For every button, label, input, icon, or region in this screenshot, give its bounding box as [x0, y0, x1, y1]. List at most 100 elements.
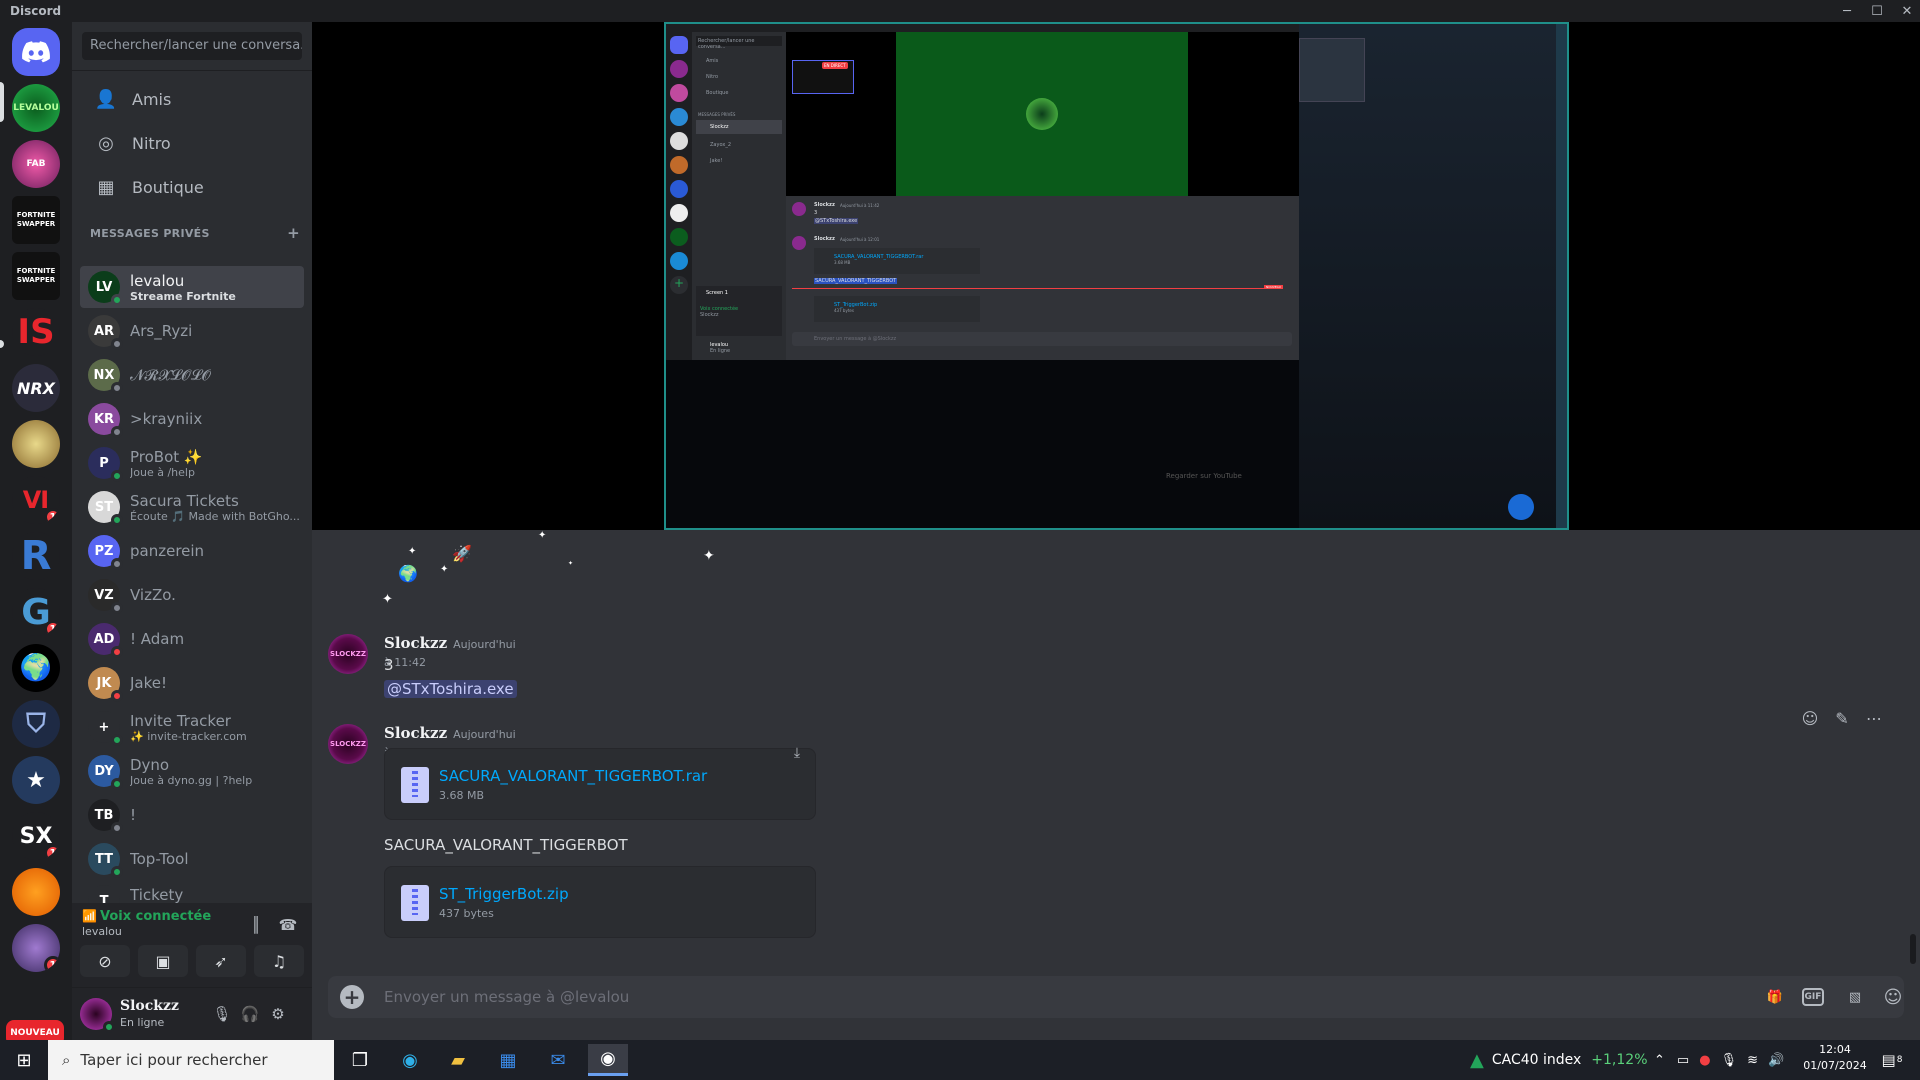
nav-nitro[interactable]: ◎ Nitro	[80, 122, 304, 164]
mention[interactable]: @STxToshira.exe	[384, 680, 517, 698]
edit-icon[interactable]: ✎	[1830, 706, 1854, 730]
file-attachment[interactable]: ST_TriggerBot.zip 437 bytes	[384, 866, 816, 938]
screen-share-icon: ▣	[155, 951, 171, 971]
voice-panel: 📶 Voix connectée levalou ║ ☎ ⊘ ▣ ➶ ♫	[72, 903, 312, 988]
server-globe[interactable]: 🌍	[12, 644, 60, 692]
nav-shop[interactable]: ▦ Boutique	[80, 166, 304, 208]
taskbar-search-placeholder: Taper ici pour rechercher	[80, 1051, 268, 1069]
earth-icon: 🌍	[398, 564, 418, 583]
dm-item[interactable]: P ProBot ✨ Joue à /help	[80, 442, 304, 484]
wifi-icon[interactable]: ≋	[1747, 1053, 1758, 1068]
message-author[interactable]: Slockzz Aujourd'hui à 11:42	[384, 634, 516, 670]
nav-friends[interactable]: 👤 Amis	[80, 78, 304, 120]
message-composer[interactable]: + Envoyer un message à @levalou 🎁 GIF ▧ …	[328, 976, 1904, 1018]
windows-start-icon[interactable]: ⊞	[4, 1044, 44, 1076]
dm-item[interactable]: TB!	[80, 794, 304, 836]
minimize-button[interactable]: ─	[1830, 0, 1864, 22]
activity-button[interactable]: ➶	[196, 945, 246, 977]
emoji-icon[interactable]: ☺	[1880, 985, 1906, 1009]
task-view-icon[interactable]: ❐	[340, 1044, 380, 1076]
server-fortnite-swapper-2[interactable]: FORTNITE SWAPPER	[12, 252, 60, 300]
server-is[interactable]: IS	[12, 308, 60, 356]
notifications-icon[interactable]: ▤ 8	[1872, 1044, 1912, 1076]
home-button[interactable]	[12, 28, 60, 76]
discord-tray-icon[interactable]: ●	[1699, 1053, 1710, 1068]
avatar[interactable]	[80, 998, 115, 1033]
clock[interactable]: 12:04 01/07/2024	[1800, 1043, 1870, 1072]
voice-channel[interactable]: levalou	[82, 925, 122, 938]
screen-share-button[interactable]: ▣	[138, 945, 188, 977]
store-icon[interactable]: ▦	[488, 1044, 528, 1076]
dm-item[interactable]: NX 𝓝𝓡𝓧𝓛𝓞𝓛𝓞	[80, 354, 304, 396]
dm-item[interactable]: JK Jake!	[80, 662, 304, 704]
server-police[interactable]: ★	[12, 756, 60, 804]
file-explorer-icon[interactable]: ▰	[438, 1044, 478, 1076]
gif-button[interactable]: GIF	[1802, 988, 1824, 1006]
maximize-button[interactable]: ☐	[1860, 0, 1894, 22]
server-levalou[interactable]: LEVALOU	[12, 84, 60, 132]
file-name[interactable]: ST_TriggerBot.zip	[439, 885, 569, 903]
microphone-tray-icon[interactable]: 🎙	[1721, 1053, 1738, 1068]
search-input[interactable]: Rechercher/lancer une conversa...	[82, 32, 302, 60]
dm-item[interactable]: + Invite Tracker ✨ invite-tracker.com	[80, 706, 304, 748]
close-button[interactable]: ✕	[1890, 0, 1920, 22]
inner-rail: +	[666, 32, 692, 360]
disconnect-icon[interactable]: ☎	[276, 913, 300, 937]
avatar[interactable]: SLOCKZZ	[328, 634, 368, 674]
create-dm-icon[interactable]: +	[287, 224, 300, 242]
server-desert[interactable]	[12, 420, 60, 468]
user-name[interactable]: Slockzz	[120, 998, 179, 1014]
volume-icon[interactable]: 🔊	[1768, 1053, 1784, 1068]
server-ar[interactable]: Ⅵ1	[12, 476, 60, 524]
zip-file-icon	[401, 767, 429, 803]
meet-icon[interactable]: ▭	[1677, 1053, 1689, 1068]
gear-icon[interactable]: ⚙	[266, 1002, 290, 1026]
server-orange[interactable]	[12, 868, 60, 916]
server-shield[interactable]: ⛉	[12, 700, 60, 748]
message-input[interactable]: Envoyer un message à @levalou	[384, 988, 629, 1006]
gift-icon[interactable]: 🎁	[1762, 985, 1788, 1009]
server-nrx[interactable]: NRX	[12, 364, 60, 412]
dm-item[interactable]: ST Sacura Tickets Écoute 🎵 Made with BotGh…	[80, 486, 304, 528]
chevron-up-icon[interactable]: ⌃	[1654, 1053, 1665, 1068]
more-icon[interactable]: ⋯	[1862, 706, 1886, 730]
sticker-icon[interactable]: ▧	[1842, 985, 1868, 1009]
dm-item[interactable]: KR >krayniix	[80, 398, 304, 440]
dm-item[interactable]: LV levalou Streame Fortnite	[80, 266, 304, 308]
server-g[interactable]: G1	[12, 588, 60, 636]
stream-view[interactable]: + Rechercher/lancer une conversa... Amis…	[312, 22, 1920, 530]
dm-item[interactable]: AR Ars_Ryzi	[80, 310, 304, 352]
add-reaction-icon[interactable]: ☺	[1798, 706, 1822, 730]
camera-button[interactable]: ⊘	[80, 945, 130, 977]
microphone-icon[interactable]: 🎙	[210, 1002, 234, 1026]
stock-widget[interactable]: ▲ CAC40 index +1,12%	[1470, 1040, 1648, 1080]
soundboard-button[interactable]: ♫	[254, 945, 304, 977]
noise-suppression-icon[interactable]: ║	[244, 913, 268, 937]
scrollbar[interactable]	[1910, 934, 1916, 964]
server-fabulous[interactable]: FAB	[12, 140, 60, 188]
dm-item[interactable]: PZ panzerein	[80, 530, 304, 572]
dm-item[interactable]: AD ! Adam	[80, 618, 304, 660]
dm-item[interactable]: VZ VizZo.	[80, 574, 304, 616]
server-r[interactable]: R	[12, 532, 60, 580]
server-sx[interactable]: SX 1	[12, 812, 60, 860]
taskbar-search[interactable]: ⌕ Taper ici pour rechercher	[48, 1040, 334, 1080]
headphones-icon[interactable]: 🎧	[238, 1002, 262, 1026]
mail-icon[interactable]: ✉	[538, 1044, 578, 1076]
add-attachment-icon[interactable]: +	[340, 985, 364, 1009]
download-icon[interactable]: ⤓	[785, 741, 809, 765]
shop-icon: ▦	[97, 176, 115, 198]
avatar[interactable]: SLOCKZZ	[328, 724, 368, 764]
zip-file-icon	[401, 885, 429, 921]
discord-taskbar-icon[interactable]: ◉	[588, 1044, 628, 1076]
server-wolf[interactable]: 1	[12, 924, 60, 972]
inner-chat: Slockzz Aujourd'hui à 11:42 3 @STxToshir…	[786, 196, 1299, 360]
dm-header-label: MESSAGES PRIVÉS	[90, 227, 210, 240]
server-fortnite-swapper-1[interactable]: FORTNITE SWAPPER	[12, 196, 60, 244]
file-name[interactable]: SACURA_VALORANT_TIGGERBOT.rar	[439, 767, 707, 785]
edge-icon[interactable]: ◉	[390, 1044, 430, 1076]
dm-item[interactable]: DY Dyno Joue à dyno.gg | ?help	[80, 750, 304, 792]
file-attachment[interactable]: SACURA_VALORANT_TIGGERBOT.rar 3.68 MB ⤓	[384, 745, 816, 820]
dm-item[interactable]: TT Top-Tool	[80, 838, 304, 880]
window-title: Discord	[10, 4, 62, 18]
